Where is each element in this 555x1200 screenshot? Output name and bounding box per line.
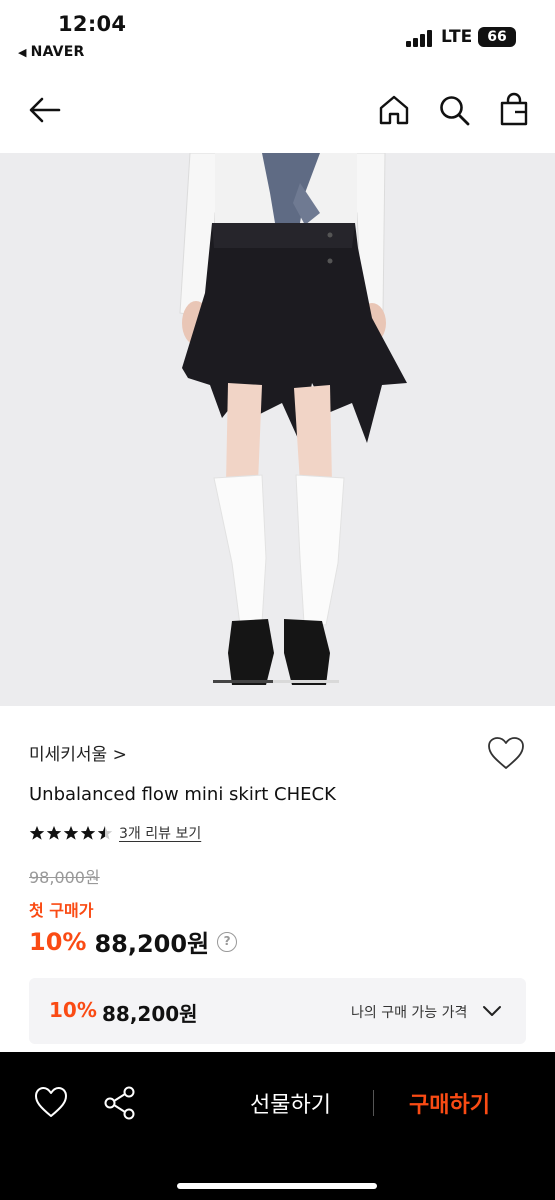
my-price-label: 나의 구매 가능 가격	[351, 1005, 468, 1021]
sale-price: 88,200원	[94, 930, 210, 958]
gift-button[interactable]: 선물하기	[250, 1087, 331, 1119]
product-image[interactable]	[0, 153, 555, 706]
price-row: 10% 88,200원 ?	[29, 924, 238, 959]
status-bar: 12:04 ◀ NAVER LTE 66	[0, 0, 555, 70]
back-triangle-icon: ◀	[18, 46, 27, 59]
shopping-bag-icon[interactable]	[496, 92, 532, 128]
share-icon[interactable]	[102, 1085, 138, 1121]
star-icon	[29, 826, 45, 840]
original-price: 98,000원	[29, 868, 100, 887]
battery-icon: 66	[478, 27, 516, 47]
first-purchase-label: 첫 구매가	[29, 901, 94, 920]
status-time: 12:04	[58, 12, 127, 36]
star-icon	[80, 826, 96, 840]
back-to-app-link[interactable]: ◀ NAVER	[18, 44, 84, 60]
wishlist-heart-icon[interactable]	[33, 1085, 69, 1119]
nav-bar	[0, 80, 555, 140]
rating-stars	[29, 825, 113, 841]
brand-link[interactable]: 미세키서울 >	[29, 740, 127, 765]
bottom-action-bar: 선물하기 구매하기	[0, 1052, 555, 1200]
home-icon[interactable]	[376, 92, 412, 128]
network-label: LTE	[441, 27, 473, 47]
help-icon[interactable]: ?	[217, 931, 238, 952]
product-photo-illustration	[179, 153, 407, 685]
divider	[373, 1090, 374, 1116]
heart-icon[interactable]	[486, 735, 526, 771]
back-arrow-icon[interactable]	[27, 92, 63, 128]
buy-button[interactable]: 구매하기	[409, 1087, 490, 1119]
chevron-down-icon	[483, 1006, 501, 1016]
search-icon[interactable]	[436, 92, 472, 128]
carousel-indicator	[213, 680, 273, 683]
star-icon	[97, 826, 113, 840]
back-app-label: NAVER	[30, 44, 85, 60]
discount-rate: 10%	[29, 927, 87, 956]
star-icon	[63, 826, 79, 840]
review-link[interactable]: 3개 리뷰 보기	[119, 823, 201, 843]
star-icon	[46, 826, 62, 840]
my-price-amount: 88,200원	[102, 1002, 198, 1026]
product-title: Unbalanced flow mini skirt CHECK	[29, 784, 336, 805]
home-indicator	[177, 1183, 377, 1189]
my-price-dropdown[interactable]: 10% 88,200원 나의 구매 가능 가격	[29, 978, 526, 1044]
rating-row: 3개 리뷰 보기	[29, 822, 201, 844]
my-price-discount: 10%	[49, 998, 97, 1022]
signal-icon	[406, 29, 436, 47]
